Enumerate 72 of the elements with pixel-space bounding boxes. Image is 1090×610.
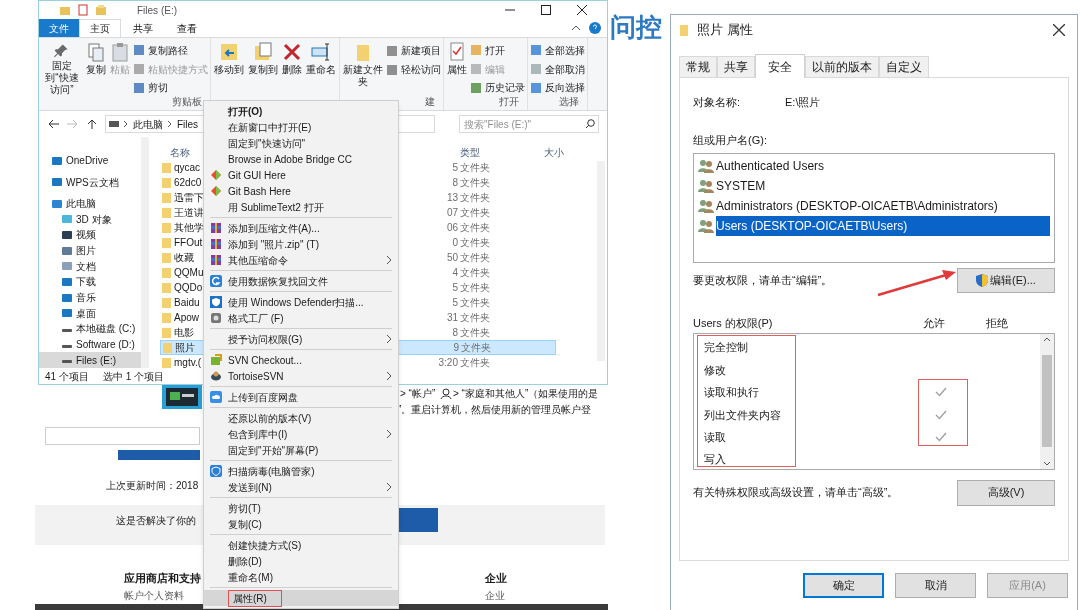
- file-date: 5: [452, 296, 459, 310]
- status-text: 41 个项目: [45, 369, 89, 384]
- field-value: E:\照片: [785, 95, 821, 110]
- file-name: 王道讲: [174, 206, 204, 220]
- file-type: 文件夹: [460, 326, 491, 340]
- file-name: qycac: [174, 161, 201, 175]
- file-type: 文件夹: [460, 296, 491, 310]
- file-date: 13: [446, 191, 459, 205]
- permission-name: 列出文件夹内容: [703, 407, 782, 423]
- file-date: 31: [446, 311, 459, 325]
- column-header: 拒绝: [986, 315, 1008, 331]
- file-date: 07: [446, 206, 459, 220]
- status-text: 选中 1 个项目: [102, 369, 165, 384]
- file-date: 0: [452, 236, 459, 250]
- file-date: 8: [452, 176, 459, 190]
- hint-text: 有关特殊权限或高级设置，请单击“高级”。: [693, 485, 899, 501]
- file-name: FFOut: [174, 236, 203, 250]
- page-text: ”。重启计算机，然后使用新的管理员帐户登: [398, 403, 592, 417]
- column-header: 允许: [923, 315, 946, 331]
- footer-heading: 企业: [485, 571, 507, 586]
- file-type: 文件夹: [460, 356, 491, 371]
- page-text: > “帐户”: [400, 387, 436, 401]
- hint-text: 要更改权限，请单击“编辑”。: [693, 273, 833, 289]
- dialog-title: 照片 属性: [697, 21, 753, 40]
- file-type: 文件夹: [460, 161, 491, 175]
- file-name: mgtv.(: [174, 356, 202, 371]
- file-type: 文件夹: [460, 281, 491, 295]
- file-type: 文件夹: [461, 341, 492, 356]
- field-label: 组或用户名(G):: [693, 133, 768, 148]
- field-label: 对象名称:: [693, 95, 742, 110]
- file-type: 文件夹: [460, 206, 491, 220]
- page-text: > “家庭和其他人”（如果使用的是: [453, 387, 599, 401]
- file-type: 文件夹: [460, 266, 491, 280]
- permission-name: 修改: [703, 362, 727, 378]
- file-type: 文件夹: [460, 191, 491, 205]
- file-name: QQMu: [174, 266, 204, 280]
- field-label: Users 的权限(P): [693, 315, 774, 331]
- file-date: 5: [452, 281, 459, 295]
- file-name: 迅雷下: [174, 191, 204, 205]
- file-type: 文件夹: [460, 221, 491, 235]
- feedback-question: 这是否解决了你的: [116, 514, 196, 528]
- file-type: 文件夹: [460, 236, 491, 250]
- permission-name: 读取和执行: [703, 385, 760, 401]
- permission-name: 完全控制: [703, 340, 749, 356]
- group-label: 建: [425, 96, 435, 107]
- file-date: 9: [453, 341, 460, 356]
- file-type: 文件夹: [460, 176, 491, 190]
- group-label: 选择: [559, 96, 579, 107]
- file-name: Baidu: [174, 296, 200, 310]
- file-name: 收藏: [174, 251, 194, 265]
- file-type: 文件夹: [460, 311, 491, 325]
- file-name: 电影: [174, 326, 194, 340]
- permission-name: 写入: [703, 452, 727, 468]
- update-date: 上次更新时间：2018: [106, 479, 199, 493]
- footer-heading: 应用商店和支持: [124, 571, 201, 586]
- file-date: 06: [446, 221, 459, 235]
- file-name: 照片: [175, 341, 195, 356]
- file-name: QQDo: [174, 281, 203, 295]
- file-name: 62dc0: [174, 176, 202, 190]
- page-heading: 问控: [610, 11, 662, 44]
- file-date: 4: [452, 266, 459, 280]
- file-name: 其他学: [174, 221, 204, 235]
- window-title: Files (E:): [137, 3, 177, 18]
- file-type: 文件夹: [460, 251, 491, 265]
- file-date: 50: [446, 251, 459, 265]
- group-label: 剪贴板: [172, 96, 202, 107]
- file-date: 8: [452, 326, 459, 340]
- file-date: 3:20: [438, 356, 459, 371]
- file-name: Apow: [174, 311, 199, 325]
- file-date: 5: [452, 161, 459, 175]
- permission-name: 读取: [703, 430, 727, 445]
- group-label: 打开: [499, 96, 519, 107]
